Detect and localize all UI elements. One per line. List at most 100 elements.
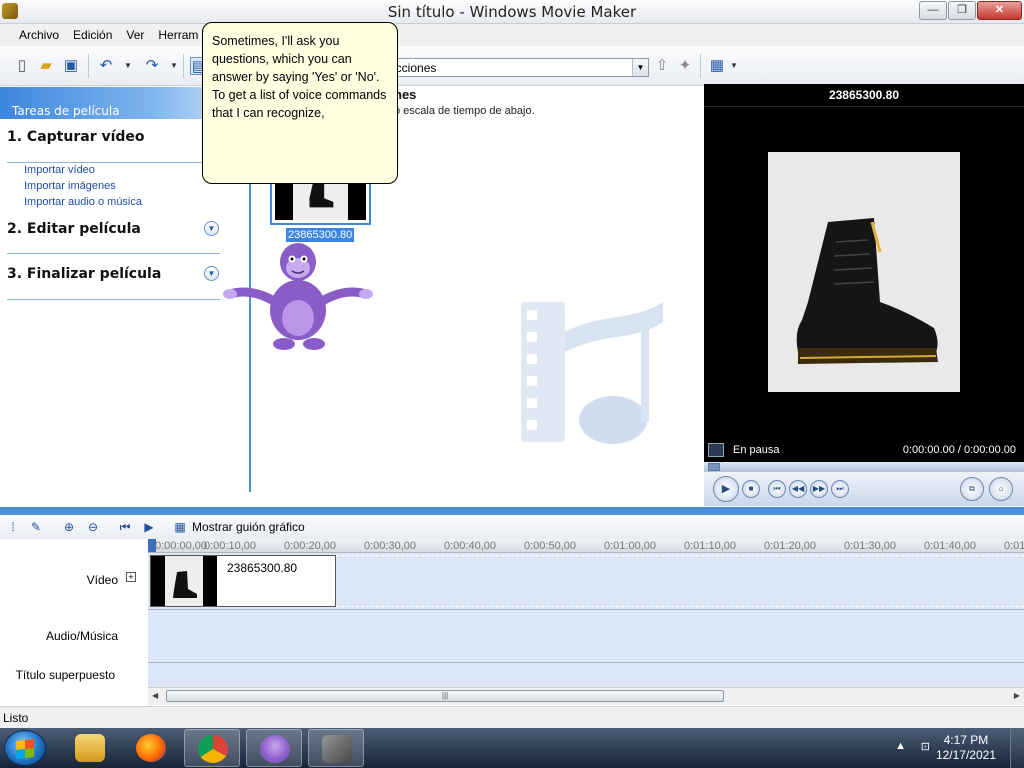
timeline-toolbar: ⁞ ✎ ⊕ ⊖ ⏮ ▶ ▦ Mostrar guión gráfico	[0, 515, 1024, 539]
clock-date: 12/17/2021	[935, 748, 996, 762]
scroll-right-icon[interactable]: ▶	[1014, 691, 1020, 700]
chevron-down-icon[interactable]: ▼	[632, 59, 648, 76]
film-music-watermark-icon	[521, 302, 663, 444]
window-title: Sin título - Windows Movie Maker	[387, 3, 637, 21]
menu-herramientas[interactable]: Herram	[151, 24, 205, 46]
title-bar: Sin título - Windows Movie Maker — ❐ ✕	[0, 0, 1024, 24]
import-images-link[interactable]: Importar imágenes	[24, 180, 116, 192]
ruler-tick: 0:00:30,00	[364, 540, 416, 552]
zoom-out-icon[interactable]: ⊖	[85, 519, 101, 535]
view-options-icon[interactable]: ▦	[708, 57, 726, 75]
import-audio-link[interactable]: Importar audio o música	[24, 196, 142, 208]
taskbar: ▲ ⊡ 4:17 PM 12/17/2021	[0, 728, 1024, 768]
narrate-timeline-icon[interactable]: ✎	[28, 519, 44, 535]
take-picture-button[interactable]: ⌂	[989, 477, 1013, 501]
taskbar-explorer[interactable]	[62, 729, 118, 767]
preview-divider	[704, 106, 1024, 107]
open-project-icon[interactable]: ▰	[37, 57, 55, 75]
play-button[interactable]: ▶	[713, 476, 739, 502]
up-folder-icon[interactable]: ⇧	[653, 57, 671, 75]
collection-hint: o escala de tiempo de abajo.	[394, 105, 535, 117]
chevron-down-icon[interactable]: ▼	[204, 266, 219, 281]
task-capture-video[interactable]: 1. Capturar vídeo	[7, 129, 145, 145]
track-label-video: Vídeo	[86, 573, 118, 587]
taskbar-movie-maker[interactable]	[308, 729, 364, 767]
timeline-splitter[interactable]	[0, 507, 1024, 515]
network-icon[interactable]: ⊡	[921, 740, 930, 753]
rewind-timeline-icon[interactable]: ⏮	[117, 519, 133, 535]
chevron-down-icon[interactable]: ▼	[204, 221, 219, 236]
playback-status-row: En pausa 0:00:00.00 / 0:00:00.00	[704, 440, 1024, 462]
new-collection-icon[interactable]: ✦	[676, 57, 694, 75]
playback-status: En pausa	[733, 444, 780, 456]
expand-track-icon[interactable]: +	[126, 572, 136, 582]
ruler-tick: 0:01:10,00	[684, 540, 736, 552]
video-track-empty[interactable]	[336, 555, 1024, 607]
clip-name: 23865300.80	[227, 561, 298, 575]
menu-archivo[interactable]: Archivo	[12, 24, 66, 46]
folder-icon	[75, 734, 105, 762]
show-storyboard-button[interactable]: Mostrar guión gráfico	[192, 520, 305, 534]
taskbar-assistant[interactable]	[246, 729, 302, 767]
minimize-button[interactable]: —	[919, 1, 947, 20]
show-hidden-icons-icon[interactable]: ▲	[895, 740, 906, 752]
scrollbar-thumb[interactable]: |||	[166, 690, 724, 702]
section-divider	[7, 253, 220, 254]
rewind-button[interactable]: ◀◀	[789, 480, 807, 498]
fast-forward-button[interactable]: ▶▶	[810, 480, 828, 498]
system-clock[interactable]: 4:17 PM 12/17/2021	[936, 733, 996, 763]
redo-icon[interactable]: ↷	[143, 57, 161, 75]
stop-button[interactable]: ■	[742, 480, 760, 498]
ruler-tick: 0:01:20,00	[764, 540, 816, 552]
preview-frame	[768, 152, 960, 392]
firefox-icon	[136, 734, 166, 762]
taskbar-firefox[interactable]	[123, 729, 179, 767]
menu-edicion[interactable]: Edición	[66, 24, 119, 46]
taskbar-chrome[interactable]	[184, 729, 240, 767]
maximize-button[interactable]: ❐	[948, 1, 976, 20]
new-project-icon[interactable]: ▯	[13, 57, 31, 75]
undo-icon[interactable]: ↶	[97, 57, 115, 75]
show-desktop-button[interactable]	[1010, 728, 1024, 768]
ruler-tick: 0:01:40,00	[924, 540, 976, 552]
track-divider	[148, 609, 1024, 610]
menu-ver[interactable]: Ver	[119, 24, 151, 46]
redo-dropdown-icon[interactable]: ▼	[165, 57, 183, 75]
boot-image-icon	[796, 218, 938, 364]
set-audio-levels-icon[interactable]: ⁞	[5, 519, 21, 535]
menu-bar: Archivo Edición Ver Herram	[0, 24, 1024, 46]
seek-bar[interactable]	[704, 462, 1024, 472]
ruler-tick: 0:00:20,00	[284, 540, 336, 552]
ruler-tick: 0:00:00,00	[155, 540, 207, 552]
view-dropdown-icon[interactable]: ▼	[725, 57, 743, 75]
track-labels: Vídeo + Audio/Música Título superpuesto	[0, 539, 148, 705]
play-timeline-icon[interactable]: ▶	[141, 519, 157, 535]
toolbar-separator	[183, 54, 184, 78]
timeline-video-clip[interactable]: 23865300.80	[150, 555, 336, 607]
start-button[interactable]	[4, 730, 46, 766]
ruler-tick: 0:01:30,00	[844, 540, 896, 552]
timeline-tracks[interactable]: 23865300.80	[148, 553, 1024, 687]
next-frame-button[interactable]: ⏭	[831, 480, 849, 498]
seek-handle[interactable]	[708, 463, 720, 471]
previous-frame-button[interactable]: ⏮	[768, 480, 786, 498]
split-clip-button[interactable]: ⧉	[960, 477, 984, 501]
timeline-ruler[interactable]: 0:00:00,00 0:00:10,00 0:00:20,00 0:00:30…	[148, 539, 1024, 553]
desktop-assistant-character[interactable]	[222, 238, 374, 353]
windows-logo-icon	[16, 739, 34, 759]
zoom-in-icon[interactable]: ⊕	[61, 519, 77, 535]
undo-dropdown-icon[interactable]: ▼	[119, 57, 137, 75]
track-label-audio: Audio/Música	[45, 629, 118, 643]
close-button[interactable]: ✕	[977, 1, 1022, 20]
import-video-link[interactable]: Importar vídeo	[24, 164, 95, 176]
storyboard-icon[interactable]: ▦	[172, 519, 188, 535]
collection-select[interactable]: ecciones ▼	[384, 58, 649, 77]
chrome-icon	[198, 735, 228, 763]
timeline-horizontal-scrollbar[interactable]: ◀ ||| ▶	[148, 687, 1024, 705]
save-project-icon[interactable]: ▣	[62, 57, 80, 75]
task-finish-movie[interactable]: 3. Finalizar película	[7, 266, 161, 282]
gorilla-icon	[260, 735, 290, 763]
task-edit-movie[interactable]: 2. Editar película	[7, 221, 141, 237]
clip-thumbnail	[151, 556, 217, 606]
scroll-left-icon[interactable]: ◀	[152, 691, 158, 700]
